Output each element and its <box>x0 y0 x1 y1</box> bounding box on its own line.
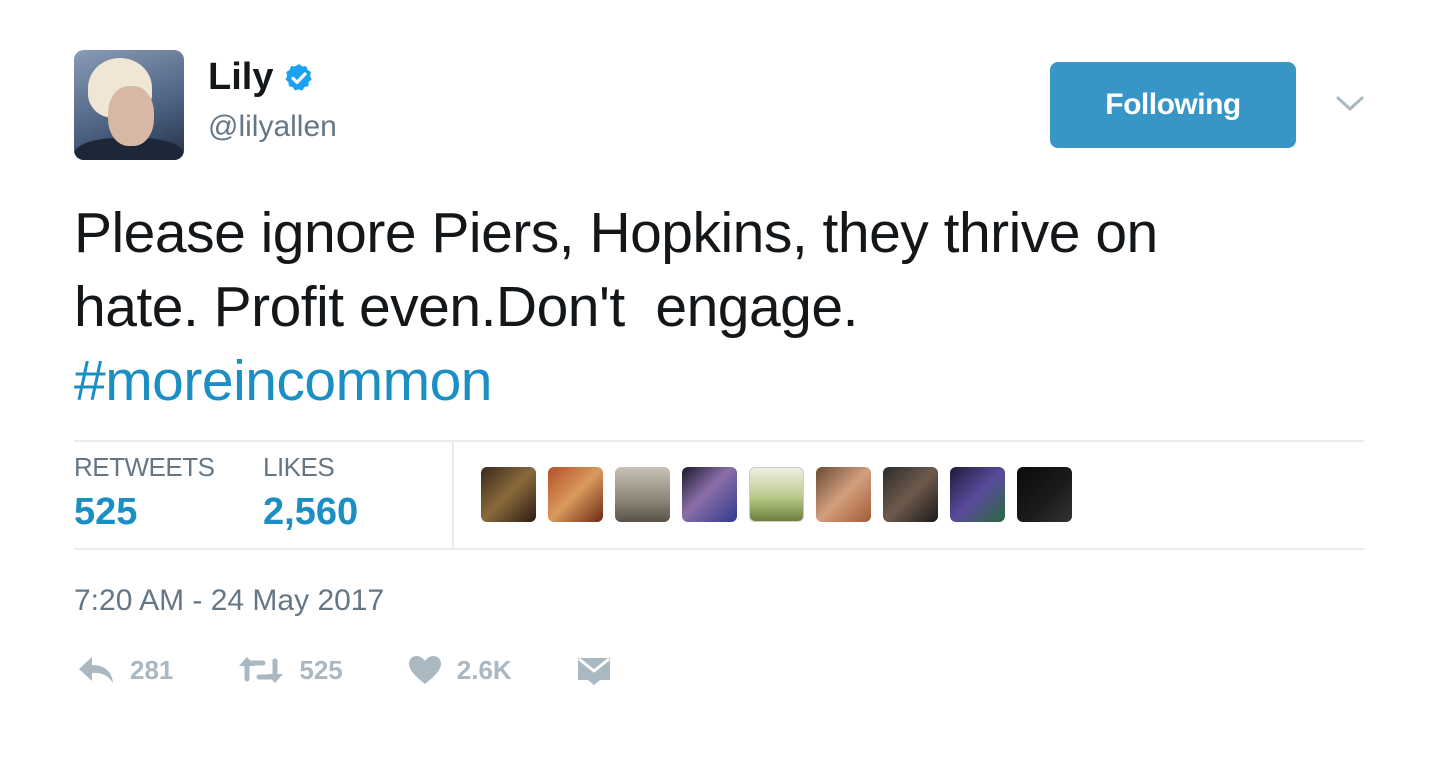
verified-badge-icon <box>286 63 313 91</box>
tweet-line-1: Please ignore Piers, Hopkins, they thriv… <box>74 201 1158 265</box>
retweet-icon <box>239 657 284 683</box>
retweets-stat[interactable]: RETWEETS 525 <box>74 452 215 534</box>
liker-avatar[interactable] <box>682 467 737 522</box>
author-handle[interactable]: @lilyallen <box>208 110 337 144</box>
liker-avatar[interactable] <box>481 467 536 522</box>
likes-count: 2,560 <box>263 491 359 533</box>
retweet-button[interactable]: 525 <box>237 654 343 686</box>
likes-label: LIKES <box>263 452 335 482</box>
stats-vertical-divider <box>452 441 454 549</box>
hashtag-link[interactable]: #moreincommon <box>74 344 1374 418</box>
avatar-face <box>108 86 154 146</box>
stats-top-divider <box>74 440 1364 442</box>
liker-avatar[interactable] <box>816 467 871 522</box>
liker-avatar[interactable] <box>749 467 804 522</box>
author-avatar[interactable] <box>74 50 184 160</box>
retweet-count: 525 <box>299 654 343 685</box>
stats-bottom-divider <box>74 548 1364 550</box>
envelope-icon <box>577 657 610 685</box>
following-button[interactable]: Following <box>1050 62 1296 148</box>
tweet-timestamp[interactable]: 7:20 AM - 24 May 2017 <box>74 584 384 618</box>
liker-avatar[interactable] <box>615 467 670 522</box>
liker-avatar[interactable] <box>1017 467 1072 522</box>
retweets-count: 525 <box>74 491 138 533</box>
tweet-text: Please ignore Piers, Hopkins, they thriv… <box>74 196 1374 418</box>
message-button[interactable] <box>576 654 612 686</box>
liker-avatars <box>481 467 1084 522</box>
likes-stat[interactable]: LIKES 2,560 <box>263 452 358 534</box>
reply-icon <box>79 657 113 683</box>
chevron-down-icon[interactable] <box>1332 88 1368 118</box>
retweets-label: RETWEETS <box>74 452 215 482</box>
tweet-actions: 281 525 2.6K <box>76 654 676 686</box>
like-button[interactable]: 2.6K <box>407 654 512 686</box>
reply-button[interactable]: 281 <box>76 654 173 686</box>
like-count: 2.6K <box>456 654 512 685</box>
liker-avatar[interactable] <box>548 467 603 522</box>
liker-avatar[interactable] <box>950 467 1005 522</box>
liker-avatar[interactable] <box>883 467 938 522</box>
tweet-line-2: hate. Profit even.Don't engage. <box>74 275 858 339</box>
author-name[interactable]: Lily <box>208 56 273 99</box>
author-name-row: Lily <box>208 56 315 99</box>
heart-icon <box>408 656 441 684</box>
reply-count: 281 <box>130 654 174 685</box>
